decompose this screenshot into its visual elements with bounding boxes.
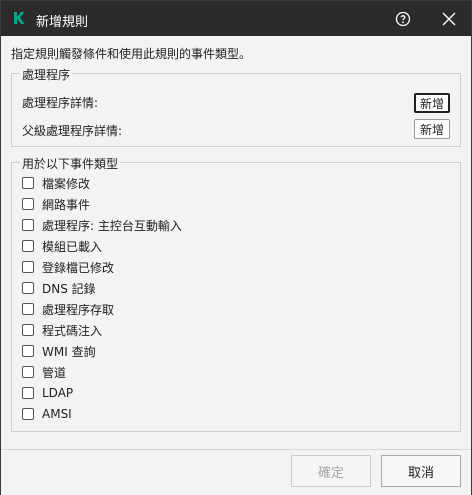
- event-type-item[interactable]: DNS 記錄: [22, 279, 96, 297]
- event-type-item[interactable]: 模組已載入: [22, 237, 102, 255]
- event-type-item[interactable]: 處理程序存取: [22, 300, 114, 318]
- checkbox-registry-modified[interactable]: [22, 261, 34, 273]
- checkbox-network-event[interactable]: [22, 198, 34, 210]
- dialog-content: 指定規則觸發條件和使用此規則的事件類型。 處理程序 處理程序詳情: 新增 父級處…: [1, 36, 471, 449]
- checkbox-process-access[interactable]: [22, 303, 34, 315]
- event-type-item[interactable]: LDAP: [22, 384, 73, 402]
- close-button[interactable]: [435, 8, 463, 30]
- event-type-item[interactable]: 網路事件: [22, 195, 90, 213]
- dialog-footer: 確定 取消: [1, 449, 471, 495]
- event-type-item[interactable]: 管道: [22, 363, 66, 381]
- event-type-item[interactable]: 檔案修改: [22, 174, 90, 192]
- checkbox-dns-record[interactable]: [22, 282, 34, 294]
- checkbox-code-injection[interactable]: [22, 324, 34, 336]
- help-circle-icon: [395, 11, 411, 27]
- process-group-title: 處理程序: [20, 66, 73, 83]
- dialog-title: 新增規則: [36, 15, 89, 30]
- process-group: 處理程序 處理程序詳情: 新增 父級處理程序詳情: 新增: [11, 66, 461, 147]
- event-type-item[interactable]: WMI 查詢: [22, 342, 96, 360]
- ok-button[interactable]: 確定: [291, 455, 371, 487]
- event-type-item[interactable]: 程式碼注入: [22, 321, 102, 339]
- event-types-group: 用於以下事件類型 檔案修改 網路事件 處理程序: 主控台互動輸入 模組已載入 登…: [11, 155, 461, 432]
- parent-process-details-label: 父級處理程序詳情:: [22, 124, 123, 138]
- kaspersky-logo-icon: [11, 10, 27, 26]
- event-type-item[interactable]: AMSI: [22, 405, 72, 423]
- dialog-description: 指定規則觸發條件和使用此規則的事件類型。: [11, 47, 252, 61]
- checkbox-module-loaded[interactable]: [22, 240, 34, 252]
- checkbox-ldap[interactable]: [22, 387, 34, 399]
- add-parent-process-details-button[interactable]: 新增: [414, 119, 450, 139]
- event-type-item[interactable]: 處理程序: 主控台互動輸入: [22, 216, 182, 234]
- checkbox-file-modify[interactable]: [22, 177, 34, 189]
- help-button[interactable]: [389, 8, 417, 30]
- checkbox-pipe[interactable]: [22, 366, 34, 378]
- checkbox-wmi-query[interactable]: [22, 345, 34, 357]
- add-process-details-button[interactable]: 新增: [414, 93, 450, 113]
- close-icon: [442, 12, 456, 26]
- event-types-group-title: 用於以下事件類型: [20, 155, 121, 172]
- event-type-item[interactable]: 登錄檔已修改: [22, 258, 114, 276]
- process-details-label: 處理程序詳情:: [22, 96, 99, 110]
- title-bar: 新增規則: [1, 1, 471, 36]
- checkbox-amsi[interactable]: [22, 408, 34, 420]
- add-rule-dialog: 新增規則 指定規則觸發條件和使用此規則的事件類型。 處理程序 處理程序詳情: 新…: [0, 0, 472, 495]
- cancel-button[interactable]: 取消: [381, 455, 461, 487]
- checkbox-console-input[interactable]: [22, 219, 34, 231]
